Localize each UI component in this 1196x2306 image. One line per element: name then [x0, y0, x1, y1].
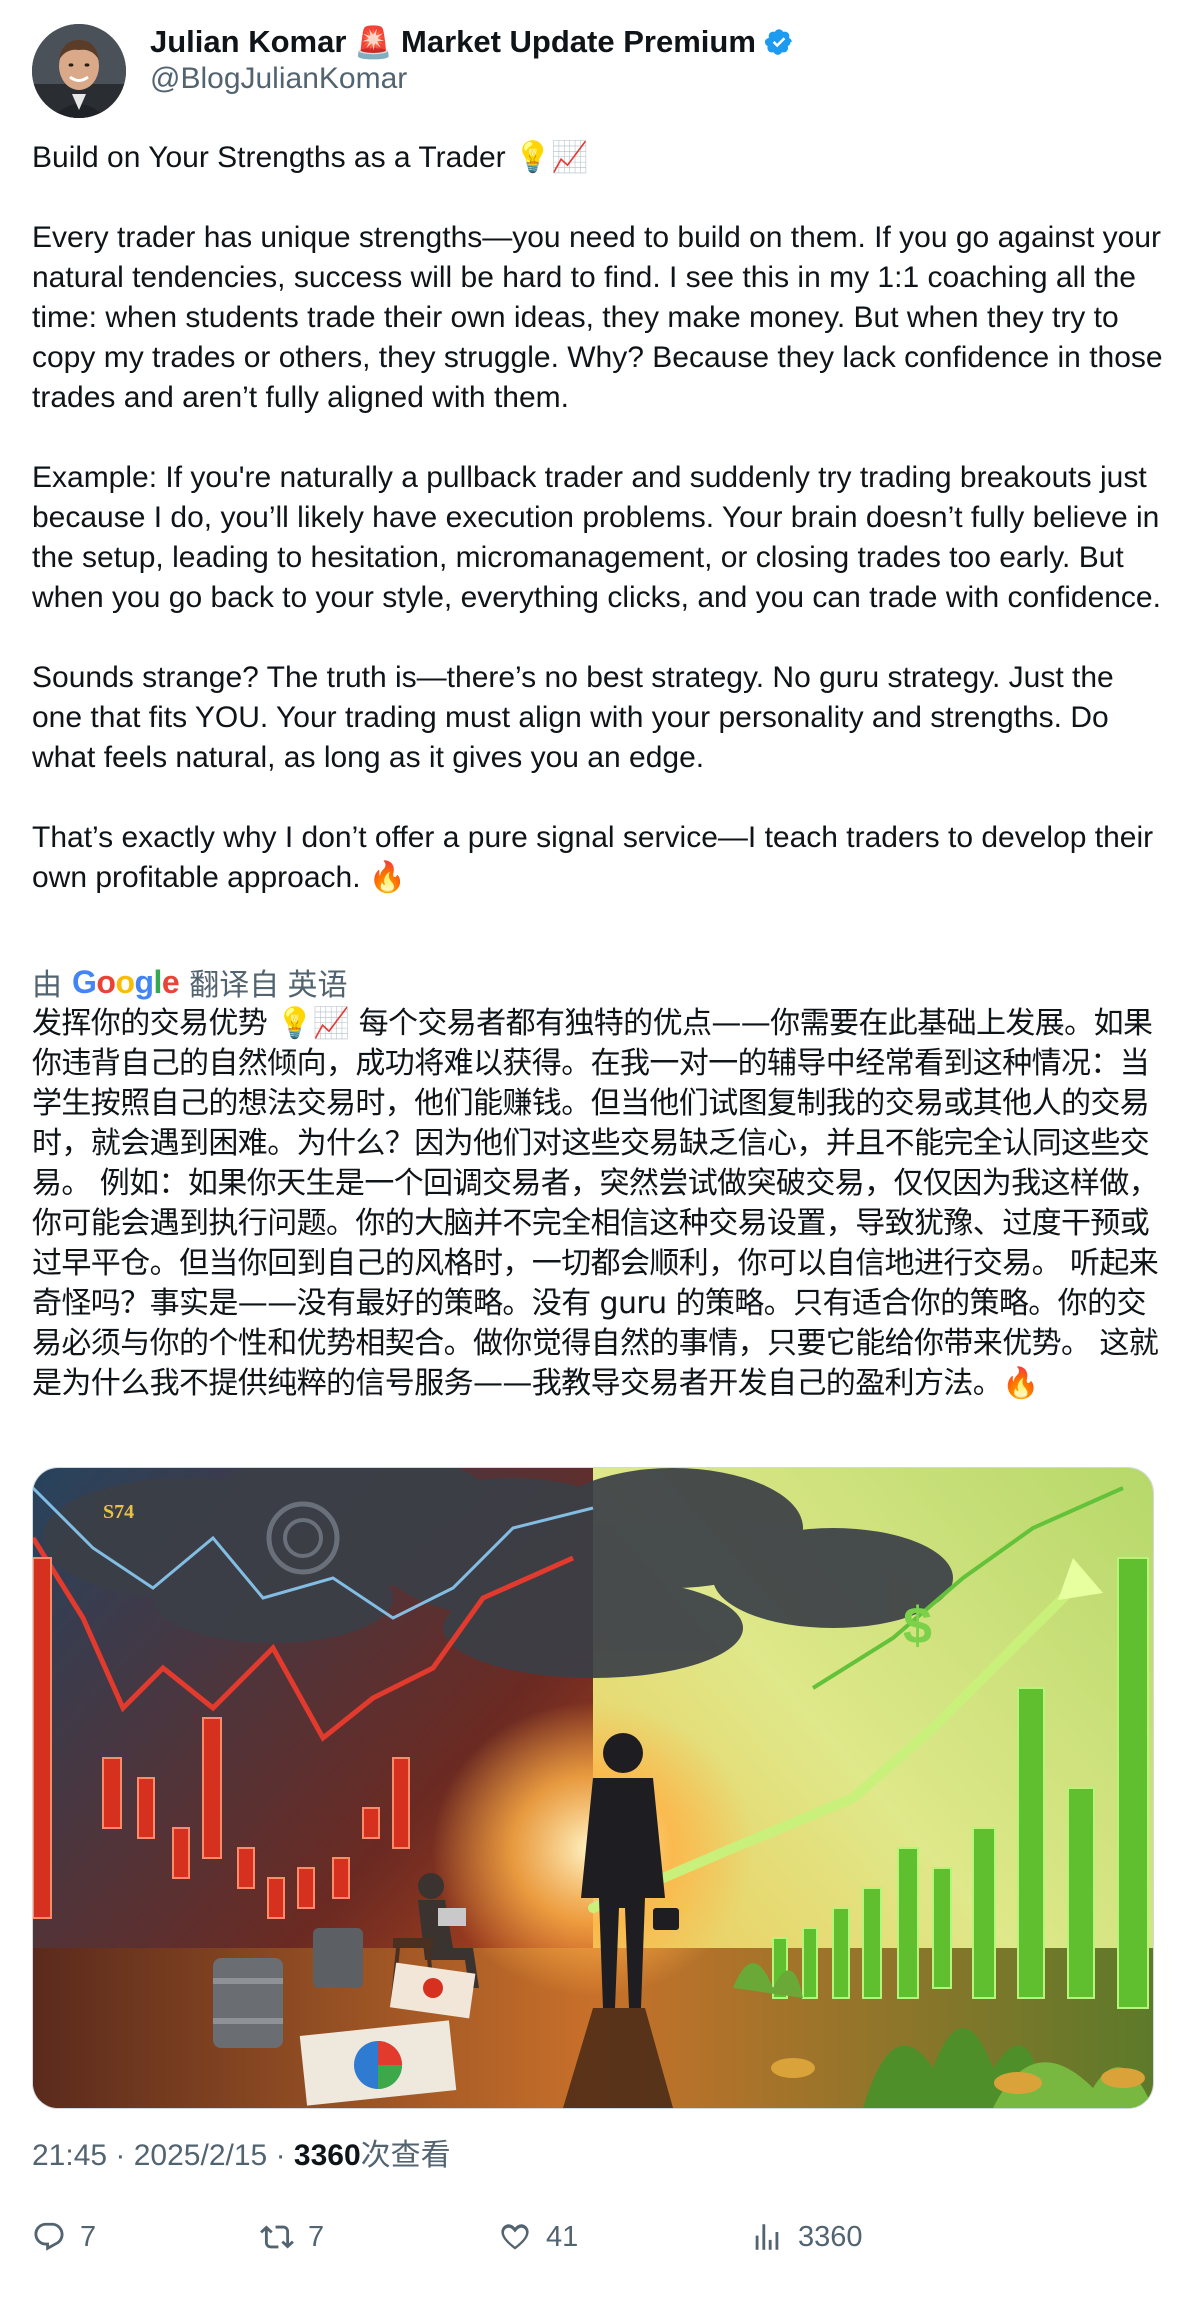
author-name[interactable]: Julian Komar [150, 24, 346, 60]
verified-badge-icon [764, 29, 792, 55]
like-count: 41 [546, 2220, 579, 2253]
reply-icon [34, 2222, 64, 2251]
author-handle[interactable]: @BlogJulianKomar [150, 62, 407, 96]
view-count-label: 次查看 [360, 2139, 451, 2172]
siren-emoji: 🚨 [354, 24, 393, 60]
avatar[interactable] [32, 24, 126, 118]
repost-icon [260, 2225, 294, 2249]
repost-button[interactable]: 7 [260, 2215, 324, 2259]
translated-text: 发挥你的交易优势 💡📈 每个交易者都有独特的优点——你需要在此基础上发展。如果你… [32, 1006, 1159, 1401]
meta-separator: · [275, 2139, 294, 2172]
repost-count: 7 [308, 2220, 325, 2253]
reply-button[interactable]: 7 [32, 2215, 96, 2259]
google-logo: Google [72, 963, 180, 1000]
author-name-row[interactable]: Julian Komar 🚨 Market Update Premium [150, 22, 794, 62]
author-name-suffix[interactable]: Market Update Premium [401, 24, 756, 60]
trader-illustration: S74 $ [33, 1468, 1153, 2108]
post-text: Build on Your Strengths as a Trader 💡📈 E… [32, 141, 1163, 894]
post-meta: 21:45 · 2025/2/15 · 3360次查看 [32, 2130, 451, 2174]
image-sign-text: S74 [103, 1501, 134, 1523]
translation-label[interactable]: 翻译自 英语 [189, 960, 347, 1004]
avatar-image [32, 24, 126, 118]
view-count: 3360 [293, 2139, 361, 2172]
action-bar: 7 7 41 3360 [32, 2215, 1152, 2259]
post-date[interactable]: 2025/2/15 [134, 2139, 267, 2172]
like-button[interactable]: 41 [498, 2215, 578, 2259]
heart-icon [501, 2224, 529, 2250]
meta-separator: · [115, 2139, 134, 2172]
reply-count: 7 [80, 2220, 97, 2253]
translation-prefix: 由 [32, 969, 62, 1002]
views-button[interactable]: 3360 [750, 2215, 863, 2259]
analytics-icon [755, 2224, 779, 2250]
dollar-sign-graphic: $ [903, 1597, 932, 1655]
post-time[interactable]: 21:45 [32, 2139, 107, 2172]
views-count: 3360 [798, 2220, 863, 2253]
translation-attribution[interactable]: 由 Google 翻译自 英语 [32, 960, 348, 1004]
post-image[interactable]: S74 $ [32, 1467, 1154, 2109]
